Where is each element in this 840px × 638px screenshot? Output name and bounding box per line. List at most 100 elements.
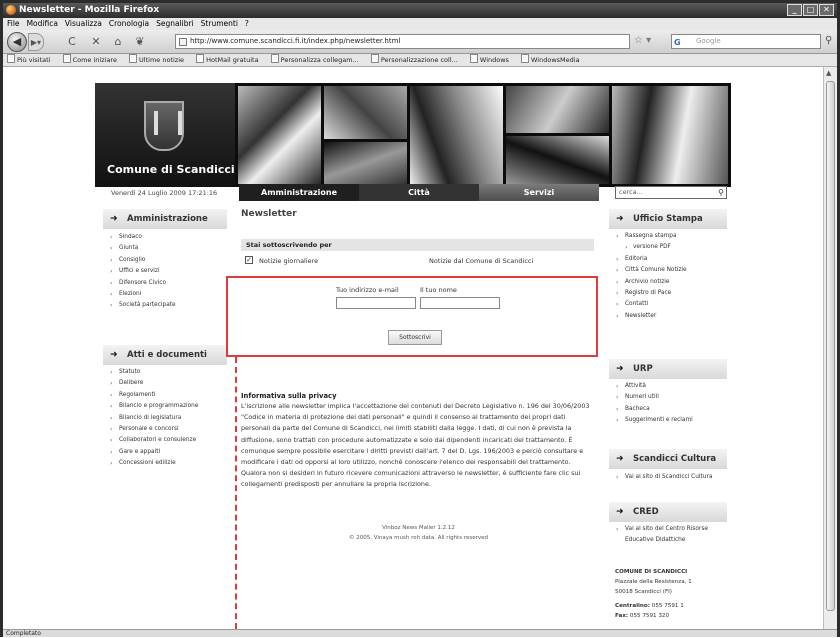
- arrow-icon: ➜: [616, 507, 624, 517]
- contact-phone: Centralino: 055 7591 1: [615, 601, 692, 611]
- arrow-icon: ➜: [110, 214, 118, 224]
- list-item[interactable]: Gare e appalti: [107, 447, 231, 458]
- menu-urp: Attività Numeri utili Bacheca Suggerimen…: [613, 381, 727, 427]
- list-item[interactable]: Città Comune Notizie: [613, 265, 727, 276]
- bookmark-item[interactable]: Personalizzazione coll...: [371, 56, 458, 64]
- list-item[interactable]: Difensore Civico: [107, 278, 231, 289]
- list-item[interactable]: Bacheca: [613, 404, 727, 415]
- bookmark-item[interactable]: WindowsMedia: [521, 56, 580, 64]
- list-item[interactable]: Uffici e servizi: [107, 266, 231, 277]
- box-title-ufficio-stampa: ➜ Ufficio Stampa: [609, 209, 727, 229]
- list-item[interactable]: Statuto: [107, 367, 231, 378]
- list-item[interactable]: Regolamenti: [107, 390, 231, 401]
- list-item[interactable]: Bilancio e programmazione: [107, 401, 231, 412]
- contact-info: COMUNE DI SCANDICCI Piazzale della Resis…: [615, 567, 692, 621]
- list-item[interactable]: Suggerimenti e reclami: [613, 415, 727, 426]
- magnifier-icon[interactable]: ⚲: [825, 35, 832, 46]
- list-item[interactable]: Archivio notizie: [613, 277, 727, 288]
- menu-bar: File Modifica Visualizza Cronologia Segn…: [3, 18, 837, 30]
- bookmark-item[interactable]: Come iniziare: [63, 56, 117, 64]
- list-item[interactable]: Contatti: [613, 299, 727, 310]
- list-item[interactable]: Delibere: [107, 378, 231, 389]
- site-logo[interactable]: Comune di Scandicci: [95, 83, 235, 187]
- forward-button[interactable]: ▶▾: [28, 33, 44, 51]
- list-item[interactable]: Newsletter: [613, 311, 727, 322]
- newsletter-checkbox[interactable]: ✓: [245, 256, 253, 264]
- tab-citta[interactable]: Città: [359, 184, 479, 201]
- name-field[interactable]: [420, 297, 500, 309]
- contact-name: COMUNE DI SCANDICCI: [615, 569, 688, 575]
- reload-icon[interactable]: C: [65, 33, 79, 51]
- vertical-scrollbar[interactable]: ▲: [823, 67, 837, 629]
- list-item[interactable]: Concessioni edilizie: [107, 458, 231, 469]
- list-item[interactable]: Personale e concorsi: [107, 424, 231, 435]
- box-title-amministrazione: ➜ Amministrazione: [103, 209, 227, 229]
- list-item[interactable]: Elezioni: [107, 289, 231, 300]
- list-item[interactable]: Educative Didattiche: [613, 535, 727, 546]
- home-icon[interactable]: ⌂: [111, 33, 125, 51]
- maximize-button[interactable]: □: [803, 4, 818, 16]
- list-item[interactable]: Bilancio di legislatura: [107, 413, 231, 424]
- addon-icon[interactable]: ❦: [133, 33, 147, 51]
- current-date: Venerdì 24 Luglio 2009 17:21:16: [111, 189, 218, 197]
- url-bar[interactable]: http://www.comune.scandicci.fi.it/index.…: [175, 34, 630, 49]
- subscribe-button[interactable]: Sottoscrivi: [388, 330, 442, 345]
- navigation-toolbar: ◀ ▶▾ C ✕ ⌂ ❦ http://www.comune.scandicci…: [3, 30, 837, 54]
- site-search-input[interactable]: cerca... ⚲: [615, 186, 727, 199]
- box-title-text: Amministrazione: [127, 214, 208, 224]
- box-title-text: Atti e documenti: [127, 350, 207, 360]
- bookmark-item[interactable]: Più visitati: [7, 56, 51, 64]
- page-icon: [179, 38, 187, 46]
- menu-visualizza[interactable]: Visualizza: [65, 18, 102, 30]
- list-item[interactable]: Vai al sito di Scandicci Cultura: [613, 472, 727, 483]
- bookmark-item[interactable]: Windows: [470, 56, 509, 64]
- footer-copyright: © 2005, Vinaya mush roh data. All rights…: [349, 535, 488, 541]
- box-title-text: URP: [633, 364, 653, 374]
- privacy-text: L'iscrizione alle newsletter implica l'a…: [241, 402, 590, 489]
- bookmark-item[interactable]: Personalizza collegam...: [271, 56, 359, 64]
- fax-value: 055 7591 320: [629, 613, 670, 619]
- scroll-up-icon[interactable]: ▲: [826, 69, 831, 77]
- tab-servizi[interactable]: Servizi: [479, 184, 599, 201]
- menu-help[interactable]: ?: [245, 18, 249, 30]
- box-title-atti-documenti: ➜ Atti e documenti: [103, 345, 227, 365]
- minimize-button[interactable]: _: [787, 4, 802, 16]
- bookmark-item[interactable]: Ultime notizie: [129, 56, 184, 64]
- list-item[interactable]: Registro di Pace: [613, 288, 727, 299]
- list-item[interactable]: Collaboratori e consulenze: [107, 435, 231, 446]
- search-icon[interactable]: ⚲: [718, 187, 724, 198]
- crest-icon: [144, 101, 184, 151]
- fax-label: Fax:: [615, 613, 629, 619]
- scrollbar-thumb[interactable]: [826, 81, 835, 611]
- web-search-input[interactable]: G Google: [671, 34, 821, 49]
- newsletter-name: Notizie giornaliere: [259, 257, 319, 265]
- contact-fax: Fax: 055 7591 320: [615, 611, 692, 621]
- list-item[interactable]: Attività: [613, 381, 727, 392]
- browser-window: Newsletter - Mozilla Firefox _ □ ✕ File …: [0, 0, 840, 637]
- tab-amministrazione[interactable]: Amministrazione: [239, 184, 359, 201]
- menu-file[interactable]: File: [7, 18, 20, 30]
- arrow-icon: ➜: [616, 214, 624, 224]
- close-button[interactable]: ✕: [819, 4, 834, 16]
- menu-ufficio-stampa: Rassegna stampa versione PDF Editoria Ci…: [613, 231, 727, 322]
- bookmark-item[interactable]: HotMail gratuita: [196, 56, 258, 64]
- bookmark-star-icon[interactable]: ☆ ▾: [634, 35, 651, 46]
- back-button[interactable]: ◀: [7, 32, 27, 52]
- list-item[interactable]: versione PDF: [613, 242, 727, 253]
- menu-segnalibri[interactable]: Segnalibri: [156, 18, 194, 30]
- newsletter-option: ✓ Notizie giornaliere Notizie dal Comune…: [245, 256, 595, 266]
- menu-strumenti[interactable]: Strumenti: [201, 18, 238, 30]
- list-item[interactable]: Editoria: [613, 254, 727, 265]
- list-item[interactable]: Società partecipate: [107, 300, 231, 311]
- list-item[interactable]: Consiglio: [107, 255, 231, 266]
- list-item[interactable]: Vai al sito del Centro Risorse: [613, 524, 727, 535]
- list-item[interactable]: Numeri utili: [613, 392, 727, 403]
- list-item[interactable]: Sindaco: [107, 232, 231, 243]
- list-item[interactable]: Giunta: [107, 243, 231, 254]
- stop-icon[interactable]: ✕: [89, 33, 103, 51]
- google-icon: G: [674, 38, 681, 47]
- list-item[interactable]: Rassegna stampa: [613, 231, 727, 242]
- menu-modifica[interactable]: Modifica: [27, 18, 58, 30]
- email-field[interactable]: [336, 297, 416, 309]
- menu-cronologia[interactable]: Cronologia: [109, 18, 149, 30]
